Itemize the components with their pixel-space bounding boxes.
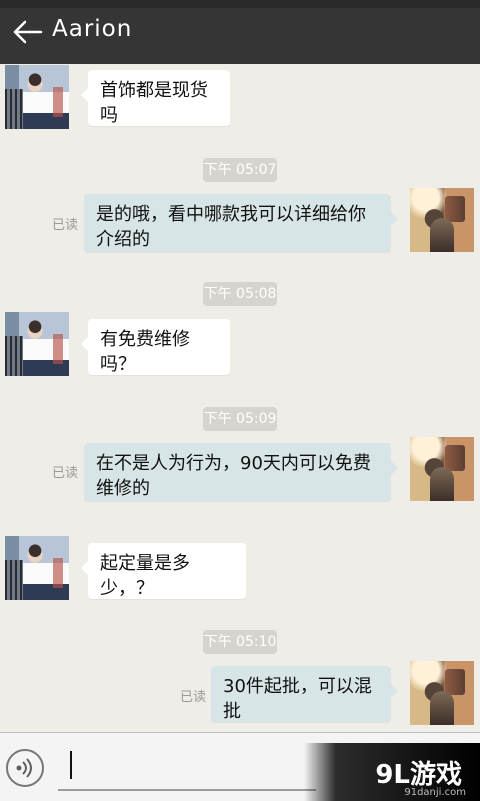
timestamp-badge: 下午 05:10	[203, 630, 277, 654]
outgoing-message-bubble: 在不是人为行为，90天内可以免费维修的	[84, 443, 398, 501]
self-avatar[interactable]	[410, 188, 474, 252]
message-text: 在不是人为行为，90天内可以免费维修的	[96, 453, 371, 499]
timestamp-badge: 下午 05:09	[203, 407, 277, 431]
message-text: 起定量是多少，？	[100, 553, 190, 599]
back-arrow-icon[interactable]	[12, 18, 44, 46]
incoming-message-bubble: 首饰都是现货吗	[81, 70, 230, 126]
message-text: 30件起批，可以混批	[223, 676, 372, 722]
watermark-sub-text: 91danji.com	[404, 787, 466, 798]
incoming-message-bubble: 有免费维修吗？	[81, 319, 230, 375]
watermark-overlay: 9L游戏 91danji.com	[304, 743, 480, 801]
message-text: 首饰都是现货吗	[100, 80, 208, 126]
read-status: 已读	[52, 218, 79, 233]
watermark-main-text: 9L游戏	[375, 760, 462, 790]
self-avatar[interactable]	[410, 437, 474, 501]
incoming-message-bubble: 起定量是多少，？	[81, 543, 246, 599]
timestamp-badge: 下午 05:07	[203, 158, 277, 182]
read-status: 已读	[180, 690, 207, 705]
timestamp-badge: 下午 05:08	[203, 282, 277, 306]
contact-avatar[interactable]	[5, 536, 69, 600]
message-text: 有免费维修吗？	[100, 329, 190, 375]
text-cursor	[70, 751, 72, 779]
voice-icon-svg	[16, 758, 32, 778]
self-avatar[interactable]	[410, 661, 474, 725]
contact-avatar[interactable]	[5, 312, 69, 376]
message-input-bar: 9L游戏 91danji.com	[0, 732, 480, 801]
back-arrow-icon-svg	[13, 20, 43, 44]
outgoing-message-bubble: 是的哦，看中哪款我可以详细给你介绍的	[84, 194, 398, 252]
message-input-field[interactable]	[58, 789, 316, 791]
outgoing-message-bubble: 30件起批，可以混批	[211, 666, 398, 722]
read-status: 已读	[52, 466, 79, 481]
status-bar	[0, 0, 480, 8]
contact-avatar[interactable]	[5, 65, 69, 129]
chat-header: Aarion	[0, 0, 480, 64]
chat-title: Aarion	[52, 16, 133, 42]
voice-icon[interactable]	[6, 749, 44, 787]
message-text: 是的哦，看中哪款我可以详细给你介绍的	[96, 204, 366, 250]
